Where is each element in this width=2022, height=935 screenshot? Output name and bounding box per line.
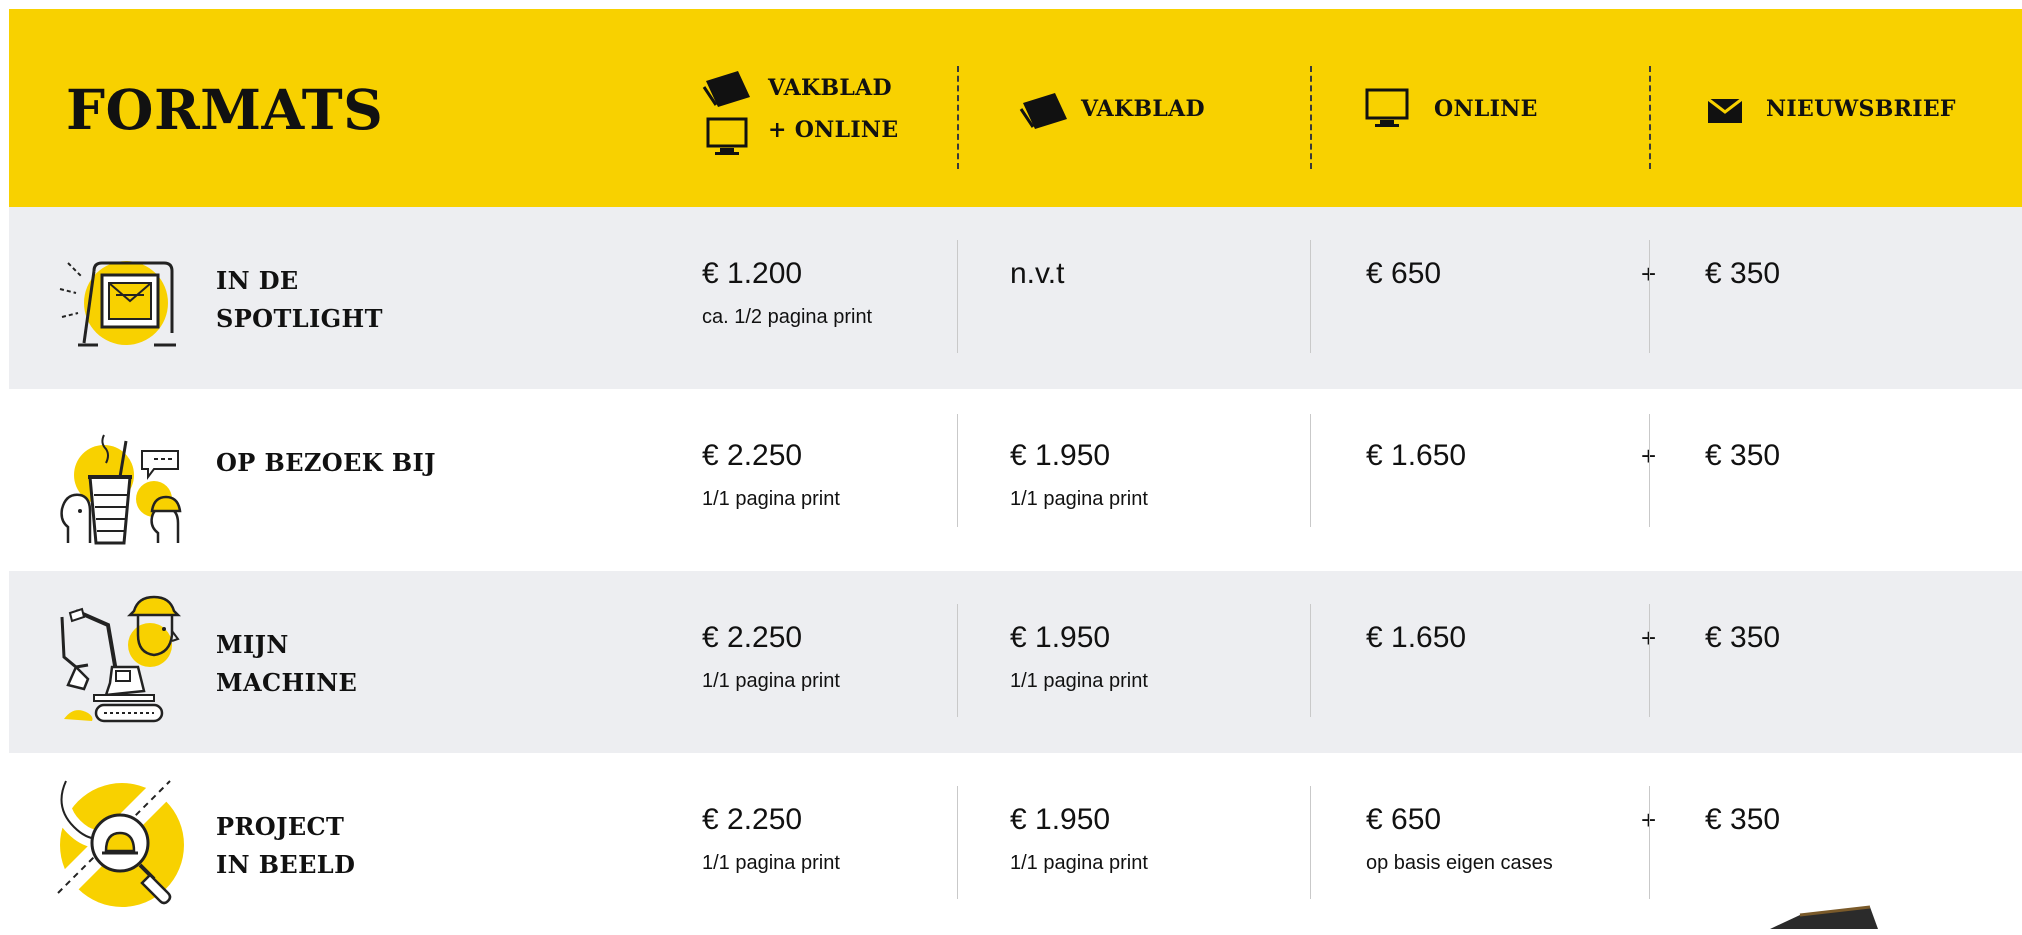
column-divider	[1649, 414, 1650, 527]
column-divider	[1310, 604, 1311, 717]
monitor-icon	[706, 117, 748, 155]
vakblad-price: € 1.950	[1010, 439, 1111, 472]
vakblad-note: 1/1 pagina print	[1010, 488, 1148, 510]
combo-note: 1/1 pagina print	[702, 488, 840, 510]
column-header-label: VAKBLAD	[1081, 96, 1205, 122]
vakblad-price: € 1.950	[1010, 803, 1111, 836]
column-divider	[1310, 786, 1311, 899]
vakblad-price: n.v.t	[1010, 257, 1065, 290]
format-name: PROJECT IN BEELD	[216, 812, 356, 879]
format-name: MIJN MACHINE	[216, 630, 358, 697]
combo-price: € 2.250	[702, 803, 803, 836]
column-header-label: VAKBLAD	[768, 75, 892, 101]
newsletter-price: € 350	[1705, 257, 1781, 290]
column-divider	[1649, 604, 1650, 717]
format-name: OP BEZOEK BIJ	[216, 448, 436, 477]
combo-price: € 2.250	[702, 439, 803, 472]
coffee-conversation-icon	[60, 434, 182, 545]
table-row: IN DE SPOTLIGHT € 1.200 ca. 1/2 pagina p…	[9, 207, 2022, 389]
column-divider	[957, 786, 958, 899]
column-divider	[1649, 786, 1650, 899]
online-price: € 1.650	[1366, 439, 1467, 472]
road-magnifier-icon	[54, 777, 184, 907]
newsletter-price: € 350	[1705, 621, 1781, 654]
column-divider	[957, 604, 958, 717]
column-divider	[957, 66, 959, 169]
combo-price: € 2.250	[702, 621, 803, 654]
column-divider	[957, 414, 958, 527]
column-header-label: NIEUWSBRIEF	[1766, 96, 1956, 122]
table-row: OP BEZOEK BIJ € 2.250 1/1 pagina print €…	[9, 389, 2022, 571]
vakblad-note: 1/1 pagina print	[1010, 852, 1148, 874]
online-price: € 650	[1366, 257, 1442, 290]
newsletter-price: € 350	[1705, 803, 1781, 836]
column-divider	[1310, 66, 1312, 169]
online-price: € 650	[1366, 803, 1442, 836]
magazine-icon	[1019, 93, 1067, 129]
combo-price: € 1.200	[702, 257, 803, 290]
table-row: MIJN MACHINE € 2.250 1/1 pagina print € …	[9, 571, 2022, 753]
envelope-icon	[1707, 97, 1743, 123]
combo-note: 1/1 pagina print	[702, 670, 840, 692]
combo-note: 1/1 pagina print	[702, 852, 840, 874]
column-divider	[1310, 414, 1311, 527]
vakblad-note: 1/1 pagina print	[1010, 670, 1148, 692]
column-divider	[1649, 240, 1650, 353]
column-divider	[1310, 240, 1311, 353]
column-header-label: + ONLINE	[768, 117, 899, 143]
online-price: € 1.650	[1366, 621, 1467, 654]
newsletter-price: € 350	[1705, 439, 1781, 472]
spotlight-newspaper-icon	[59, 261, 176, 347]
column-divider	[957, 240, 958, 353]
vakblad-price: € 1.950	[1010, 621, 1111, 654]
combo-note: ca. 1/2 pagina print	[702, 306, 873, 328]
format-name: IN DE SPOTLIGHT	[216, 266, 383, 333]
header-bar: FORMATS VAKBLAD + ONLINE VAKBLAD ONLINE	[9, 9, 2022, 207]
magazine-stack-image	[1770, 905, 1878, 929]
excavator-worker-icon	[60, 595, 182, 723]
column-divider	[1649, 66, 1651, 169]
page-title: FORMATS	[66, 77, 384, 142]
column-header-label: ONLINE	[1434, 96, 1538, 122]
monitor-icon	[1365, 88, 1409, 127]
online-note: op basis eigen cases	[1366, 852, 1553, 874]
magazine-icon	[702, 71, 750, 107]
table-row: PROJECT IN BEELD € 2.250 1/1 pagina prin…	[9, 753, 2022, 935]
